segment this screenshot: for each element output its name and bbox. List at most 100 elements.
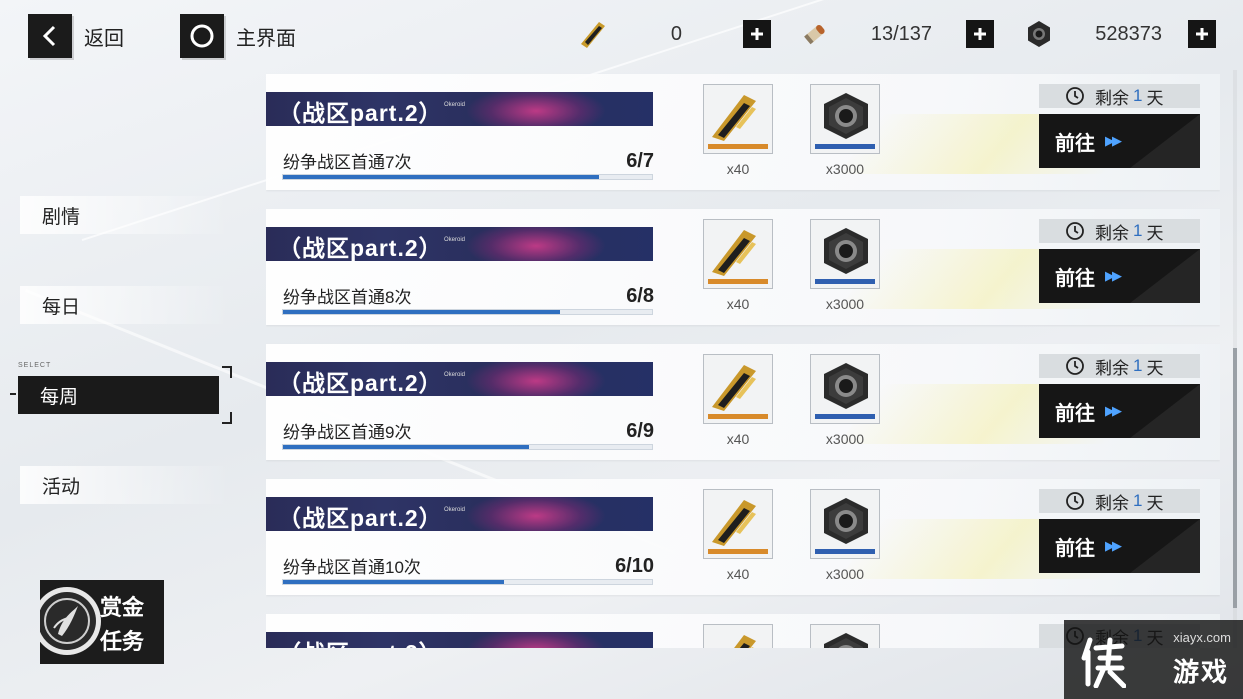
- selection-marker: [10, 393, 16, 395]
- sidebar-item-daily[interactable]: 每日: [20, 286, 230, 324]
- remain-prefix: 剩余: [1095, 493, 1129, 513]
- back-button[interactable]: 返回: [28, 14, 124, 58]
- reward-quantity: x40: [726, 296, 750, 312]
- add-ammo-button[interactable]: [966, 20, 994, 48]
- supply-ticket-icon: [703, 489, 773, 559]
- watermark-site: xiayx.com: [1173, 630, 1231, 645]
- watermark-brand: 游戏: [1172, 657, 1229, 687]
- button-decoration: [1130, 114, 1200, 168]
- task-name: 纷争战区首通8次: [283, 288, 412, 307]
- sidebar-item-label: 活动: [42, 476, 81, 498]
- task-card: （战区part.2） Okeroid 纷争战区首通8次 6/8 x40 x300…: [266, 209, 1220, 325]
- time-remaining: 剩余 1 天: [1039, 489, 1200, 513]
- button-decoration: [1130, 249, 1200, 303]
- bounty-emblem-icon: [40, 587, 101, 655]
- go-button-label: 前往: [1055, 267, 1095, 290]
- go-button-label: 前往: [1055, 537, 1095, 560]
- rarity-strip: [708, 414, 768, 419]
- banner-title: （战区part.2）: [278, 100, 443, 126]
- remain-number: 1: [1133, 86, 1143, 105]
- banner-glow: [466, 632, 606, 648]
- banner-tag: Okeroid: [444, 372, 466, 378]
- task-progress-fill: [283, 445, 530, 449]
- weekly-task-list[interactable]: （战区part.2） Okeroid 纷争战区首通7次 6/7 x40 x300…: [266, 72, 1220, 648]
- remain-prefix: 剩余: [1095, 88, 1129, 108]
- button-decoration: [1130, 519, 1200, 573]
- reward-item[interactable]: x40: [703, 84, 773, 177]
- reward-quantity: x40: [726, 161, 750, 177]
- reward-quantity: x3000: [825, 296, 865, 312]
- task-card: （战区part.2） Okeroid 纷争战区首通9次 6/9 x40 x300…: [266, 344, 1220, 460]
- resource-hex-nut: 528373: [1022, 14, 1162, 54]
- task-progress-fill: [283, 310, 560, 314]
- sidebar-item-story[interactable]: 剧情: [20, 196, 230, 234]
- banner-title: （战区part.2）: [278, 235, 443, 261]
- task-progress-bar: [282, 444, 653, 450]
- reward-quantity: x40: [726, 431, 750, 447]
- sidebar-item-weekly[interactable]: 每周: [18, 376, 219, 414]
- add-hex-nut-button[interactable]: [1188, 20, 1216, 48]
- selection-bracket: [222, 366, 232, 378]
- banner-tag: Okeroid: [444, 102, 466, 108]
- task-banner: （战区part.2）: [266, 632, 653, 648]
- hex-nut-icon: [810, 219, 880, 289]
- remain-prefix: 剩余: [1095, 358, 1129, 378]
- reward-item[interactable]: [810, 624, 880, 648]
- ammo-cartridge-icon: [798, 17, 832, 51]
- task-banner: （战区part.2） Okeroid: [266, 362, 653, 396]
- task-name: 纷争战区首通9次: [283, 423, 412, 442]
- back-arrow-icon: [28, 14, 72, 58]
- sidebar-item-label: 每周: [40, 386, 79, 408]
- task-banner: （战区part.2） Okeroid: [266, 227, 653, 261]
- banner-title: （战区part.2）: [278, 634, 443, 648]
- time-remaining: 剩余 1 天: [1039, 219, 1200, 243]
- bounty-task-button[interactable]: 赏金 任务: [40, 580, 164, 664]
- select-caption: SELECT: [18, 362, 52, 369]
- reward-item[interactable]: x40: [703, 489, 773, 582]
- resource-supply-ticket: 0: [576, 14, 682, 54]
- go-button[interactable]: 前往 ▶▶: [1039, 384, 1200, 438]
- go-button[interactable]: 前往 ▶▶: [1039, 249, 1200, 303]
- remain-number: 1: [1133, 491, 1143, 510]
- reward-quantity: x3000: [825, 566, 865, 582]
- reward-item[interactable]: x3000: [810, 354, 880, 447]
- task-progress-count: 6/10: [615, 555, 654, 577]
- sidebar-item-event[interactable]: 活动: [20, 466, 230, 504]
- time-remaining: 剩余 1 天: [1039, 354, 1200, 378]
- site-watermark: xiayx.com 游戏: [1064, 620, 1243, 699]
- rarity-strip: [708, 144, 768, 149]
- scrollbar-track[interactable]: [1233, 70, 1237, 648]
- selection-bracket: [222, 412, 232, 424]
- supply-ticket-icon: [703, 219, 773, 289]
- banner-glow: [466, 362, 606, 396]
- hex-nut-icon: [810, 354, 880, 424]
- reward-item[interactable]: x3000: [810, 219, 880, 312]
- sidebar-item-label: 剧情: [42, 206, 81, 228]
- rarity-strip: [815, 414, 875, 419]
- go-button[interactable]: 前往 ▶▶: [1039, 114, 1200, 168]
- double-arrow-icon: ▶▶: [1105, 403, 1122, 418]
- hex-nut-icon: [810, 84, 880, 154]
- task-progress-bar: [282, 579, 653, 585]
- task-name: 纷争战区首通7次: [283, 153, 412, 172]
- reward-item[interactable]: x40: [703, 354, 773, 447]
- resource-value: 13/137: [870, 22, 932, 45]
- home-circle-icon: [180, 14, 224, 58]
- reward-item[interactable]: x3000: [810, 84, 880, 177]
- rarity-strip: [708, 549, 768, 554]
- task-card: （战区part.2） Okeroid 纷争战区首通10次 6/10 x40 x3…: [266, 479, 1220, 595]
- remain-unit: 天: [1146, 358, 1164, 378]
- home-button[interactable]: 主界面: [180, 14, 296, 58]
- task-banner: （战区part.2） Okeroid: [266, 497, 653, 531]
- reward-item[interactable]: [703, 624, 773, 648]
- reward-item[interactable]: x40: [703, 219, 773, 312]
- reward-item[interactable]: x3000: [810, 489, 880, 582]
- clock-icon: [1066, 357, 1084, 375]
- scrollbar-thumb[interactable]: [1233, 348, 1237, 608]
- clock-icon: [1066, 222, 1084, 240]
- button-decoration: [1130, 384, 1200, 438]
- resource-value: 0: [670, 22, 682, 45]
- go-button[interactable]: 前往 ▶▶: [1039, 519, 1200, 573]
- supply-ticket-icon: [576, 17, 610, 51]
- add-supply-ticket-button[interactable]: [743, 20, 771, 48]
